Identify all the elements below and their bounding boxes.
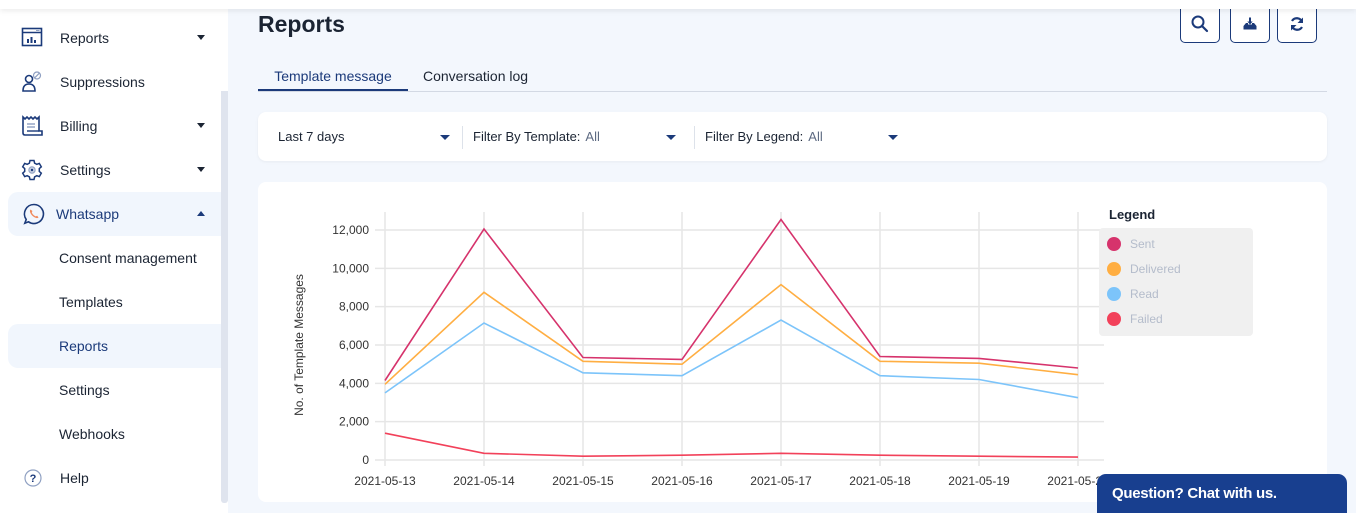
series-line-sent (384, 218, 1079, 381)
template-filter-select[interactable]: Filter By Template: All (473, 112, 683, 161)
chart-card: 0 2,000 4,000 6,000 8,000 10,000 12,000 2021-05… (258, 182, 1327, 502)
download-icon (1242, 16, 1258, 35)
sidebar-subitem-consent-management[interactable]: Consent management (8, 236, 221, 280)
chevron-down-icon (197, 167, 205, 172)
download-button[interactable] (1230, 9, 1270, 43)
tab-template-message[interactable]: Template message (258, 68, 408, 91)
gear-icon (21, 159, 45, 181)
x-tick-label: 2021-05-14 (453, 474, 515, 488)
chevron-up-icon (197, 211, 205, 216)
legend-item-sent[interactable]: Sent (1107, 234, 1155, 254)
top-bar (0, 0, 1356, 9)
sidebar-subitem-webhooks[interactable]: Webhooks (8, 412, 221, 456)
date-range-select[interactable]: Last 7 days (278, 112, 460, 161)
chevron-down-icon (440, 135, 450, 140)
chevron-down-icon (666, 135, 676, 140)
sidebar-item-whatsapp[interactable]: Whatsapp (8, 192, 221, 236)
report-tabs: Template message Conversation log (258, 65, 1327, 92)
x-tick-label: 2021-05-16 (651, 474, 713, 488)
sidebar-subitem-reports[interactable]: Reports (8, 324, 221, 368)
filter-bar: Last 7 days Filter By Template: All Filt… (258, 112, 1327, 161)
x-tick-label: 2021-05-19 (948, 474, 1010, 488)
legend-box: Sent Delivered Read Failed (1099, 228, 1253, 336)
sidebar-subitem-templates[interactable]: Templates (8, 280, 221, 324)
sidebar-item-label: Whatsapp (56, 206, 120, 222)
y-axis-label: No. of Template Messages (292, 274, 306, 416)
legend-filter-label: Filter By Legend: (705, 129, 804, 144)
filter-divider (462, 126, 463, 149)
sidebar-item-label: Settings (59, 382, 110, 398)
chevron-down-icon (888, 135, 898, 140)
sidebar-item-label: Reports (60, 30, 110, 46)
y-tick-label: 2,000 (339, 415, 369, 429)
legend-filter-select[interactable]: Filter By Legend: All (705, 112, 905, 161)
legend-filter-value: All (808, 129, 823, 144)
legend-label: Failed (1130, 312, 1163, 326)
y-tick-label: 12,000 (332, 223, 369, 237)
sidebar-item-label: Billing (60, 118, 98, 134)
page-title: Reports (258, 11, 345, 37)
chat-widget-button[interactable]: Question? Chat with us. (1097, 474, 1347, 513)
legend-label: Delivered (1130, 262, 1181, 276)
sidebar-item-suppressions[interactable]: Suppressions (8, 60, 221, 104)
chevron-down-icon (197, 35, 205, 40)
svg-text:?: ? (30, 473, 37, 485)
sidebar-subitem-settings[interactable]: Settings (8, 368, 221, 412)
receipt-icon (21, 115, 45, 137)
y-tick-label: 0 (362, 453, 369, 467)
series-line-failed (384, 432, 1079, 458)
y-tick-label: 4,000 (339, 376, 369, 390)
y-tick-label: 10,000 (332, 261, 369, 275)
legend-color-dot-icon (1107, 287, 1121, 301)
legend-label: Sent (1130, 237, 1155, 251)
x-tick-label: 2021-05-18 (849, 474, 911, 488)
x-tick-label: 2021-05-17 (750, 474, 812, 488)
date-range-value: Last 7 days (278, 129, 345, 144)
refresh-icon (1289, 16, 1305, 35)
legend-color-dot-icon (1107, 262, 1121, 276)
y-tick-label: 8,000 (339, 300, 369, 314)
refresh-button[interactable] (1277, 9, 1317, 43)
legend-color-dot-icon (1107, 312, 1121, 326)
series-line-delivered (384, 283, 1079, 385)
filter-divider (694, 126, 695, 149)
sidebar-item-help[interactable]: ? Help (8, 456, 221, 500)
sidebar: Reports Suppressions Billing Settings Wh… (0, 9, 228, 513)
legend-title: Legend (1109, 207, 1156, 222)
legend-color-dot-icon (1107, 237, 1121, 251)
question-circle-icon: ? (24, 469, 48, 491)
x-tick-label: 2021-05-13 (354, 474, 416, 488)
legend-item-failed[interactable]: Failed (1107, 309, 1163, 329)
sidebar-item-billing[interactable]: Billing (8, 104, 221, 148)
sidebar-item-label: Reports (59, 338, 109, 354)
report-chart-icon (21, 27, 45, 49)
main-content: Reports Template message Conversation lo… (228, 9, 1356, 513)
sidebar-scrollbar-thumb[interactable] (221, 9, 228, 91)
sidebar-item-label: Settings (60, 162, 111, 178)
x-tick-label: 2021-05-15 (552, 474, 614, 488)
tab-conversation-log[interactable]: Conversation log (423, 68, 528, 91)
chevron-down-icon (197, 123, 205, 128)
search-button[interactable] (1180, 9, 1220, 43)
legend-item-read[interactable]: Read (1107, 284, 1159, 304)
sidebar-item-label: Webhooks (59, 426, 125, 442)
search-icon (1190, 14, 1210, 37)
legend-label: Read (1130, 287, 1159, 301)
user-blocked-icon (21, 71, 45, 93)
template-filter-value: All (585, 129, 600, 144)
sidebar-item-reports[interactable]: Reports (8, 16, 221, 60)
legend-item-delivered[interactable]: Delivered (1107, 259, 1181, 279)
template-filter-label: Filter By Template: (473, 129, 581, 144)
sidebar-item-settings[interactable]: Settings (8, 148, 221, 192)
sidebar-item-label: Suppressions (60, 74, 145, 90)
sidebar-item-label: Help (60, 470, 89, 486)
sidebar-item-label: Templates (59, 294, 123, 310)
y-tick-label: 6,000 (339, 338, 369, 352)
sidebar-item-label: Consent management (59, 250, 197, 266)
whatsapp-icon (23, 203, 47, 225)
